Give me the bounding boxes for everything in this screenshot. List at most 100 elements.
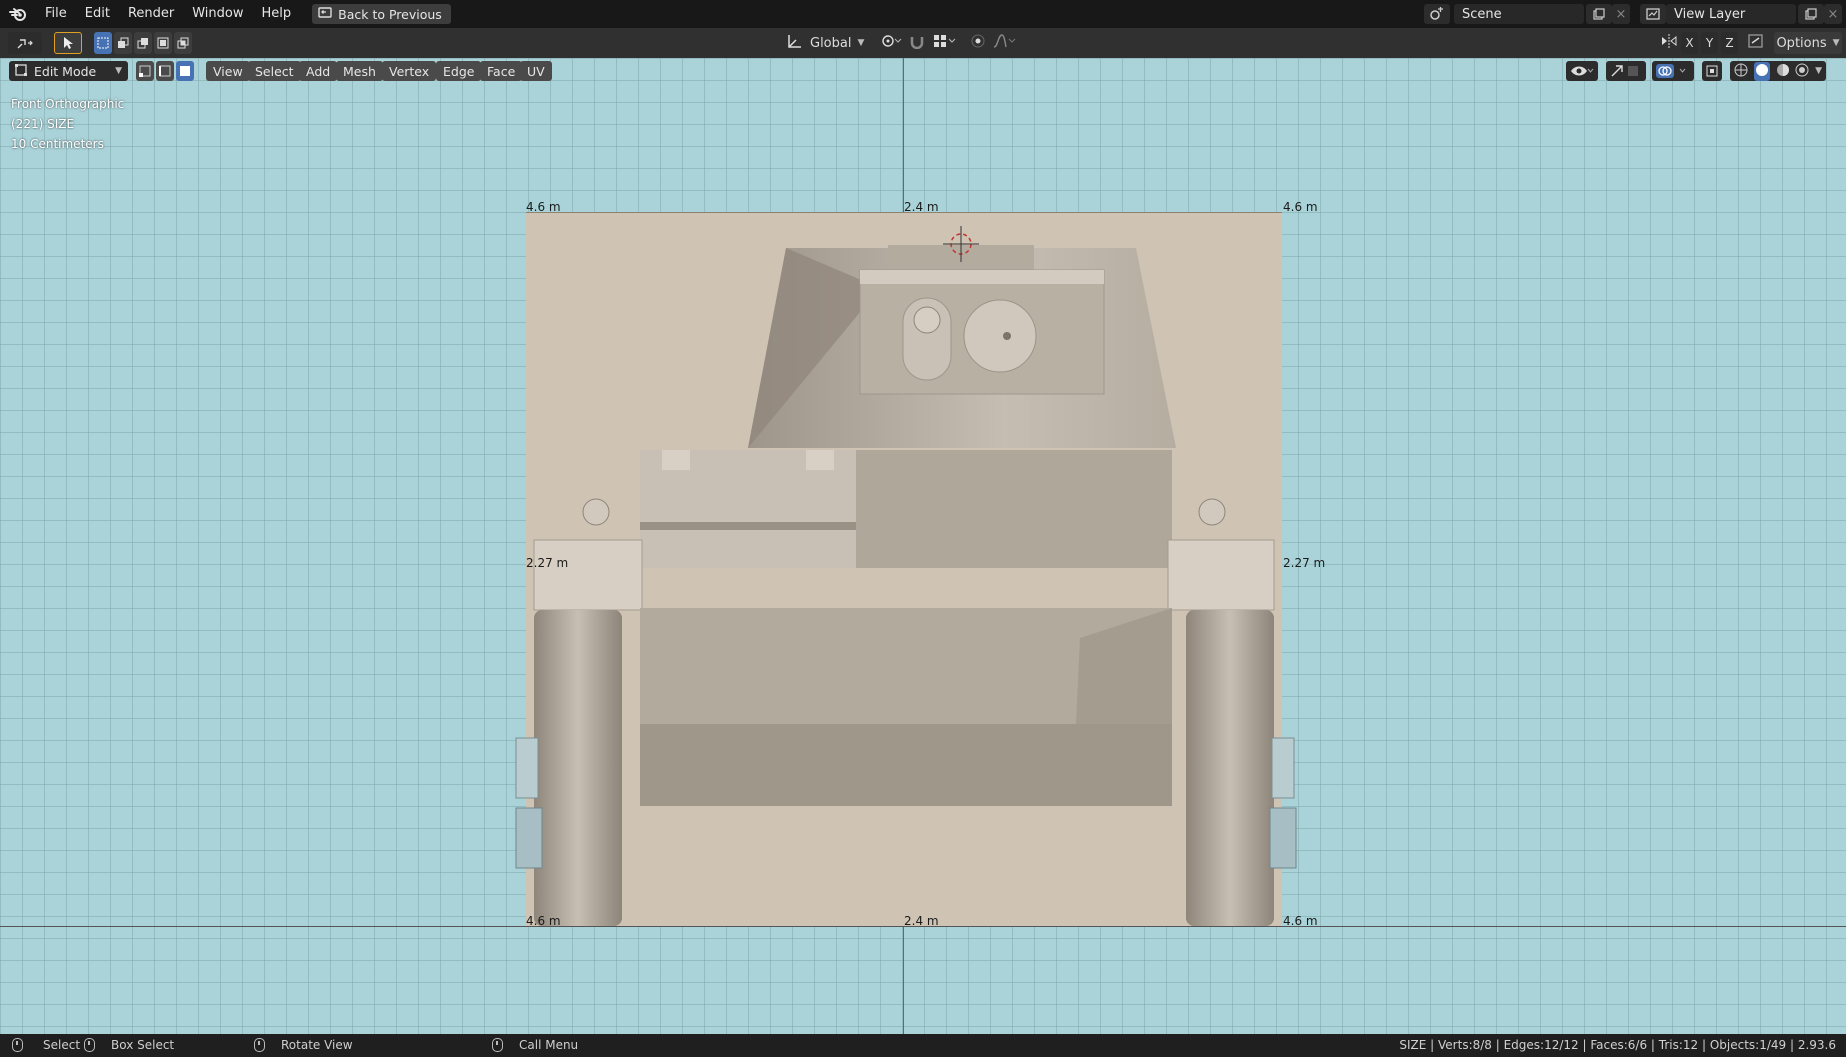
mouse-right-icon [84,1038,95,1052]
menu-add[interactable]: Add [299,61,338,81]
select-intersect-icon[interactable] [174,32,192,54]
back-to-previous-button[interactable]: Back to Previous [312,4,451,24]
falloff-curve-icon[interactable] [992,33,1018,53]
scene-type-icon[interactable] [1424,4,1450,24]
transform-orientation-icon [786,33,804,53]
new-view-layer-icon[interactable] [1798,4,1824,24]
top-menu-bar: File Edit Render Window Help Back to Pre… [0,0,1846,28]
edit-mode-icon [14,63,28,80]
editor-type-icon[interactable] [8,32,42,54]
back-to-previous-label: Back to Previous [338,6,442,22]
mirror-x-toggle[interactable]: X [1681,32,1698,54]
overlays-toggle-icon[interactable] [1652,61,1694,81]
ruler-label-bottom-center: 2.4 m [904,914,939,928]
scene-statistics: SIZE | Verts:8/8 | Edges:12/12 | Faces:6… [1399,1038,1836,1052]
chevron-down-icon: ▼ [857,38,865,48]
chevron-down-icon[interactable]: ▼ [1815,66,1822,76]
ruler-label-top-right: 4.6 m [1283,200,1318,214]
status-box-select-hint: Box Select [84,1038,174,1052]
pivot-point-icon[interactable] [880,33,902,53]
select-new-icon[interactable] [94,32,112,54]
ruler-label-bottom-right: 4.6 m [1283,914,1318,928]
menu-window[interactable]: Window [183,0,252,28]
ruler-label-top-left: 4.6 m [526,200,561,214]
status-call-menu-hint: Call Menu [492,1038,578,1052]
view-name-text: Front Orthographic [11,97,125,111]
close-scene-icon[interactable]: × [1612,4,1630,24]
proportional-edit-icon[interactable] [970,33,986,53]
ruler-label-mid-left: 2.27 m [526,556,569,570]
object-frame-text: (221) SIZE [11,117,75,131]
mouse-right-click-icon [492,1038,503,1052]
face-select-mode-button[interactable] [176,61,194,81]
scene-selector-area: Scene × View Layer × [1424,0,1846,28]
edge-select-mode-button[interactable] [156,61,174,81]
scene-name-field[interactable]: Scene [1454,4,1584,24]
gizmo-toggle-icon[interactable] [1606,61,1646,81]
menu-mesh[interactable]: Mesh [336,61,383,81]
mirror-icon[interactable] [1660,33,1678,53]
view-layer-icon[interactable] [1640,4,1666,24]
auto-merge-icon[interactable] [1747,33,1765,53]
status-box-select-label: Box Select [111,1038,175,1052]
view-layer-field[interactable]: View Layer [1666,4,1796,24]
mode-label: Edit Mode [34,63,97,79]
menu-select[interactable]: Select [248,61,301,81]
select-invert-icon[interactable] [154,32,172,54]
menu-edge[interactable]: Edge [436,61,482,81]
ruler-label-mid-right: 2.27 m [1283,556,1326,570]
menu-view[interactable]: View [206,61,250,81]
rendered-shading-icon[interactable] [1795,63,1809,80]
ruler-label-bottom-left: 4.6 m [526,914,561,928]
tweak-tool-icon[interactable] [54,32,82,54]
menu-edit[interactable]: Edit [76,0,119,28]
options-dropdown[interactable]: Options ▼ [1774,32,1842,54]
view-layer-text: View Layer [1674,6,1746,22]
menu-uv[interactable]: UV [520,61,552,81]
mouse-left-icon [12,1038,23,1052]
menu-file[interactable]: File [36,0,76,28]
select-subtract-icon[interactable] [134,32,152,54]
shading-mode-group: ▼ [1730,61,1826,81]
transform-orientation-label: Global [810,35,852,51]
3d-viewport[interactable]: 4.6 m 2.4 m 4.6 m 2.27 m 2.27 m 4.6 m 2.… [0,58,1846,1034]
menu-vertex[interactable]: Vertex [382,61,437,81]
screen-icon [318,6,332,22]
xray-toggle-icon[interactable] [1702,61,1722,81]
status-rotate-view-hint: Rotate View [254,1038,353,1052]
transform-orientation-select[interactable]: Global ▼ [808,32,868,54]
snap-toggle-icon[interactable] [908,33,926,53]
grid-scale-text: 10 Centimeters [11,137,104,151]
wireframe-shading-icon[interactable] [1734,63,1748,80]
scene-name-text: Scene [1462,6,1502,22]
status-select-label: Select [43,1038,81,1052]
chevron-down-icon: ▼ [1832,38,1840,48]
mirror-y-toggle[interactable]: Y [1701,32,1718,54]
select-extend-icon[interactable] [114,32,132,54]
tool-header: Global ▼ X Y Z Options ▼ [0,28,1846,58]
editor-type-select[interactable] [8,32,42,54]
snap-target-icon[interactable] [932,33,958,53]
mirror-z-toggle[interactable]: Z [1721,32,1738,54]
status-call-menu-label: Call Menu [519,1038,579,1052]
vertex-select-mode-button[interactable] [136,61,154,81]
menu-render[interactable]: Render [119,0,183,28]
menu-help[interactable]: Help [253,0,301,28]
chevron-down-icon: ▼ [115,66,122,76]
status-bar: Select Box Select Rotate View Call Menu … [0,1034,1846,1057]
viewport-info: Front Orthographic (221) SIZE 10 Centime… [11,94,124,154]
material-shading-icon[interactable] [1776,63,1790,80]
status-rotate-view-label: Rotate View [281,1038,353,1052]
visibility-eye-icon[interactable] [1566,61,1598,81]
solid-shading-icon[interactable] [1753,61,1770,81]
ruler-label-top-center: 2.4 m [904,200,939,214]
blender-logo-icon[interactable] [0,0,36,28]
menu-face[interactable]: Face [480,61,523,81]
viewport-header: Edit Mode ▼ View Select Add Mesh Vertex … [0,58,1846,84]
mode-select[interactable]: Edit Mode ▼ [9,61,128,81]
status-select-hint: Select [12,1038,80,1052]
new-scene-icon[interactable] [1586,4,1612,24]
mouse-middle-icon [254,1038,265,1052]
close-view-layer-icon[interactable]: × [1824,4,1842,24]
options-label: Options [1776,35,1827,51]
